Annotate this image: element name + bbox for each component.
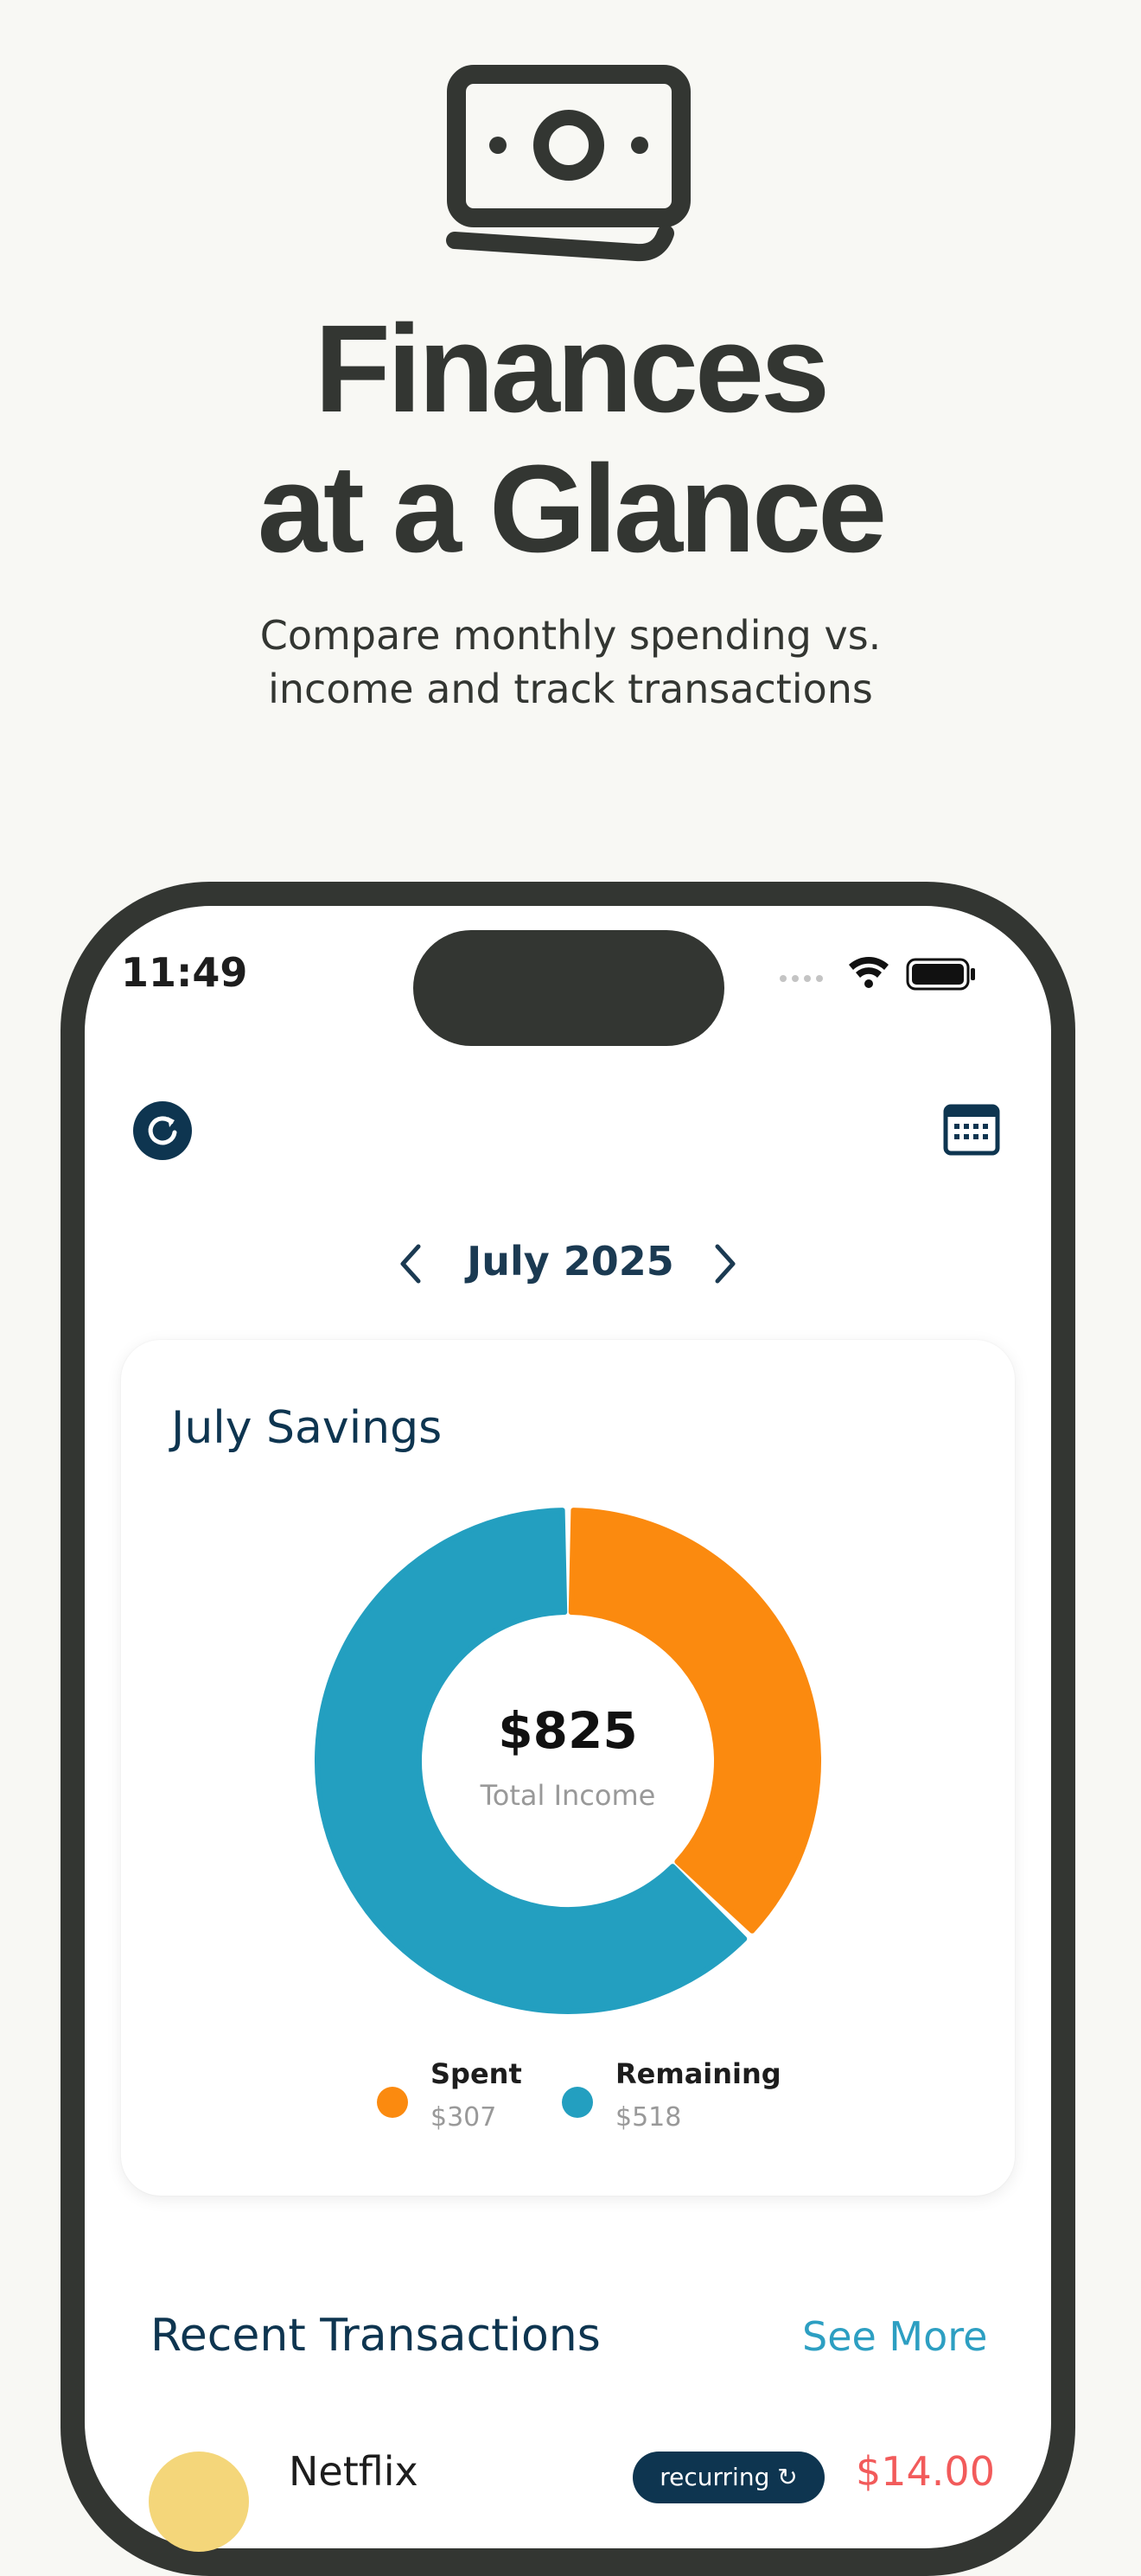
battery-icon [906,958,975,991]
refresh-button[interactable] [133,1101,192,1160]
legend-dot-spent [377,2087,408,2118]
headline-line-2: at a Glance [257,439,887,578]
legend-item-spent: Spent $307 [377,2057,532,2144]
card-title: July Savings [171,1402,443,1454]
legend-value-remaining: $518 [615,2102,682,2133]
headline-line-1: Finances [314,299,830,438]
wifi-icon [849,957,889,988]
subhead-line-2: income and track transactions [268,666,873,712]
total-income-amount: $825 [498,1701,638,1760]
month-navigator: July 2025 [0,1233,1141,1295]
month-label: July 2025 [467,1238,674,1285]
see-more-link[interactable]: See More [802,2313,987,2360]
subhead-line-1: Compare monthly spending vs. [259,612,882,659]
recurring-badge: recurring ↻ [633,2452,825,2503]
savings-donut-chart [315,1508,821,2014]
chevron-right-icon[interactable] [704,1238,745,1290]
transaction-amount: $14.00 [856,2448,995,2495]
total-income-label: Total Income [480,1779,656,1812]
refresh-icon [148,1116,177,1145]
legend-dot-remaining [562,2087,593,2118]
transaction-avatar [149,2452,249,2552]
status-time: 11:49 [121,949,248,996]
page-headline: Finances at a Glance [0,299,1141,579]
legend-name-remaining: Remaining [615,2057,781,2090]
page-subhead: Compare monthly spending vs. income and … [0,609,1141,716]
calendar-icon[interactable] [942,1101,1001,1157]
status-icons [780,957,975,991]
legend-item-remaining: Remaining $518 [562,2057,804,2144]
legend-value-spent: $307 [430,2102,497,2133]
cash-bill-icon [446,65,691,262]
transaction-name[interactable]: Netflix [289,2448,418,2495]
signal-icon [780,975,823,982]
legend-name-spent: Spent [430,2057,522,2090]
recent-transactions-title: Recent Transactions [150,2310,601,2362]
dynamic-island [413,930,724,1046]
savings-card: July Savings $825 Total Income Spent $30… [121,1340,1015,2196]
chevron-left-icon[interactable] [391,1238,432,1290]
